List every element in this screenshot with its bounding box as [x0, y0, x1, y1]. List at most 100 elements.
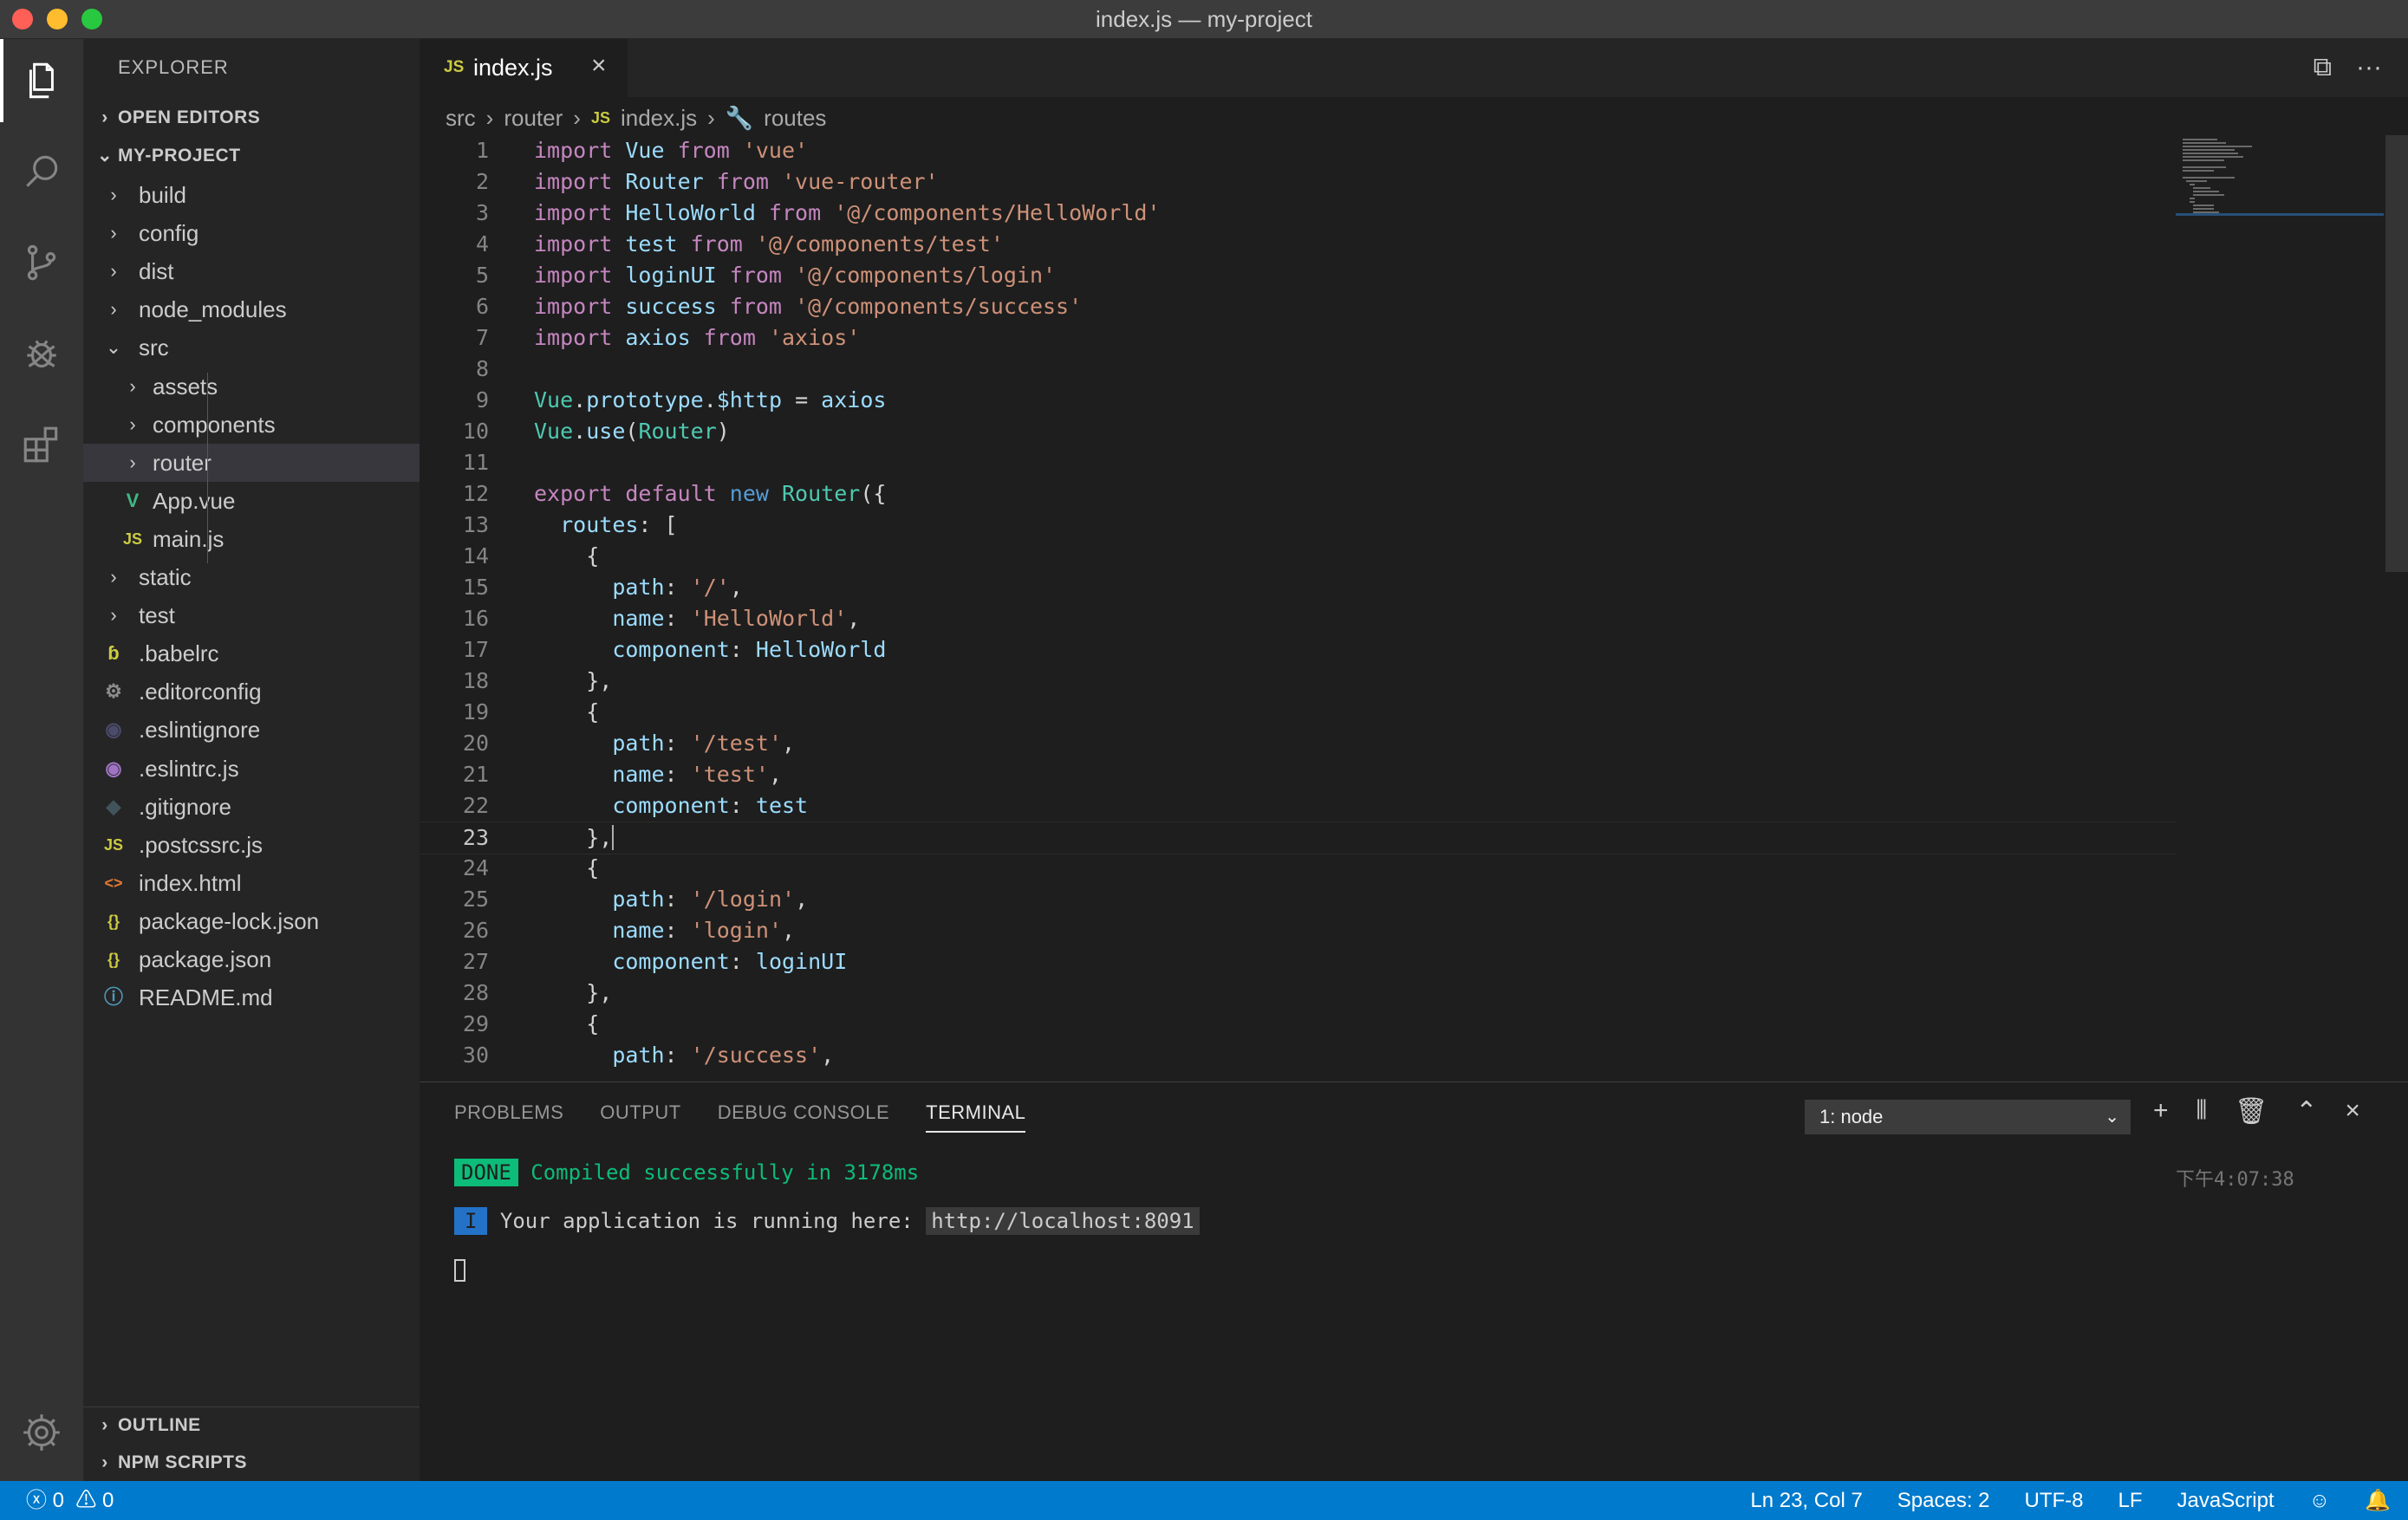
tree-item-build[interactable]: › build: [83, 176, 420, 214]
problems-status[interactable]: ⓧ 0 ⚠ 0: [26, 1481, 114, 1520]
tree-item-static[interactable]: › static: [83, 558, 420, 596]
tree-item-babelrc[interactable]: ɓ .babelrc: [83, 634, 420, 672]
code-line: 23 },: [420, 822, 2176, 854]
code-line: 7 import axios from 'axios': [420, 322, 2176, 354]
tree-item-index-html[interactable]: <> index.html: [83, 864, 420, 902]
code-line: 24 {: [420, 853, 2176, 884]
file-type-icon: JS: [103, 835, 124, 854]
file-type-icon: ⚙: [105, 680, 122, 703]
gear-icon[interactable]: [0, 1391, 83, 1474]
breadcrumb-src[interactable]: src: [446, 101, 476, 135]
npm-scripts-section[interactable]: › NPM SCRIPTS: [83, 1445, 420, 1481]
terminal-selector[interactable]: 1: node ⌄: [1805, 1100, 2131, 1134]
scrollbar-thumb[interactable]: [2385, 135, 2408, 572]
cursor-position[interactable]: Ln 23, Col 7: [1733, 1481, 1879, 1520]
tree-item-main-js[interactable]: JS main.js: [83, 520, 420, 558]
line-number: 2: [475, 169, 489, 194]
tree-item-label: test: [139, 602, 175, 629]
tab-terminal[interactable]: TERMINAL: [926, 1101, 1026, 1133]
feedback-icon[interactable]: ☺: [2292, 1481, 2348, 1520]
split-editor-icon[interactable]: ⧉: [2314, 53, 2332, 82]
source-control-icon[interactable]: [0, 221, 83, 304]
close-panel-icon[interactable]: ×: [2345, 1096, 2360, 1127]
line-source: Vue.use(Router): [534, 419, 730, 444]
code-line: 28 },: [420, 978, 2176, 1009]
code-editor[interactable]: 1 import Vue from 'vue' 2 import Router fro…: [420, 135, 2176, 1080]
open-editors-section[interactable]: › OPEN EDITORS: [83, 100, 420, 136]
end-of-line[interactable]: LF: [2101, 1481, 2160, 1520]
maximize-panel-icon[interactable]: ⌃: [2295, 1096, 2317, 1127]
line-source: path: '/success',: [612, 1043, 835, 1068]
file-type-icon: ◆: [106, 795, 121, 817]
panel-tabs: PROBLEMS OUTPUT DEBUG CONSOLE TERMINAL: [454, 1101, 1026, 1133]
chevron-down-icon: ⌄: [96, 146, 114, 166]
tree-item-app-vue[interactable]: V App.vue: [83, 482, 420, 520]
tree-item-readme-md[interactable]: ⓘ README.md: [83, 978, 420, 1017]
tree-item-eslintrc-js[interactable]: ◉ .eslintrc.js: [83, 750, 420, 788]
more-actions-icon[interactable]: ···: [2356, 53, 2382, 82]
debug-icon[interactable]: [0, 312, 83, 395]
tree-item-editorconfig[interactable]: ⚙ .editorconfig: [83, 672, 420, 711]
breadcrumb-symbol[interactable]: routes: [764, 101, 826, 135]
line-number: 3: [475, 200, 489, 225]
warning-icon: ⚠: [75, 1489, 97, 1512]
code-line: 20 path: '/test',: [420, 728, 2176, 759]
tree-item-postcssrc-js[interactable]: JS .postcssrc.js: [83, 826, 420, 864]
tree-item-label: node_modules: [139, 296, 287, 323]
line-number: 4: [475, 231, 489, 257]
language-mode[interactable]: JavaScript: [2160, 1481, 2292, 1520]
chevron-right-icon: ›: [101, 1415, 108, 1435]
tree-item-gitignore[interactable]: ◆ .gitignore: [83, 788, 420, 826]
line-source: name: 'HelloWorld',: [612, 606, 861, 631]
tree-item-components[interactable]: › components: [83, 406, 420, 444]
localhost-link[interactable]: http://localhost:8091: [926, 1207, 1200, 1235]
tree-item-node-modules[interactable]: › node_modules: [83, 290, 420, 328]
tree-item-dist[interactable]: › dist: [83, 252, 420, 290]
tab-output[interactable]: OUTPUT: [600, 1101, 680, 1133]
tree-item-assets[interactable]: › assets: [83, 367, 420, 406]
line-number: 27: [462, 949, 489, 974]
tree-item-router[interactable]: › router: [83, 443, 420, 482]
trash-icon[interactable]: 🗑: [2235, 1096, 2268, 1127]
code-line: 4 import test from '@/components/test': [420, 229, 2176, 260]
breadcrumb-file[interactable]: index.js: [621, 101, 697, 135]
search-icon[interactable]: [0, 130, 83, 213]
minimap[interactable]: [2176, 135, 2384, 1080]
terminal-line: I Your application is running here: http…: [454, 1204, 1200, 1252]
error-icon: ⓧ: [26, 1489, 47, 1512]
line-number: 15: [462, 575, 489, 600]
bell-icon[interactable]: 🔔: [2347, 1481, 2408, 1520]
tab-debug-console[interactable]: DEBUG CONSOLE: [718, 1101, 889, 1133]
editor-scrollbar[interactable]: [2385, 135, 2408, 1080]
tree-item-test[interactable]: › test: [83, 596, 420, 634]
tab-index-js[interactable]: JS index.js ×: [420, 39, 628, 97]
code-line: 29 {: [420, 1009, 2176, 1040]
line-source: import test from '@/components/test': [534, 231, 1004, 257]
new-terminal-icon[interactable]: +: [2153, 1096, 2169, 1127]
project-section[interactable]: ⌄ MY-PROJECT: [83, 138, 420, 174]
close-tab-icon[interactable]: ×: [591, 51, 607, 81]
split-terminal-icon[interactable]: ⫴: [2196, 1096, 2208, 1127]
tab-label: index.js: [473, 55, 553, 81]
tree-item-eslintignore[interactable]: ◉ .eslintignore: [83, 711, 420, 749]
tab-problems[interactable]: PROBLEMS: [454, 1101, 563, 1133]
tree-item-config[interactable]: › config: [83, 214, 420, 252]
terminal-cursor: [454, 1259, 465, 1282]
tree-item-package-json[interactable]: {} package.json: [83, 940, 420, 978]
code-line: 30 path: '/success',: [420, 1040, 2176, 1071]
file-type-icon: <>: [104, 874, 123, 892]
breadcrumb-router[interactable]: router: [504, 101, 563, 135]
chevron-right-icon: ›: [110, 298, 117, 321]
explorer-icon[interactable]: [0, 39, 83, 122]
terminal-output[interactable]: DONE Compiled successfully in 3178ms I Y…: [454, 1155, 1200, 1287]
indentation[interactable]: Spaces: 2: [1880, 1481, 2008, 1520]
encoding[interactable]: UTF-8: [2008, 1481, 2101, 1520]
extensions-icon[interactable]: [0, 403, 83, 486]
line-source: name: 'test',: [612, 762, 783, 787]
chevron-down-icon: ⌄: [2105, 1108, 2119, 1127]
outline-section[interactable]: › OUTLINE: [83, 1406, 420, 1444]
tree-item-src[interactable]: ⌄ src: [83, 328, 420, 367]
line-source: },: [534, 980, 613, 1005]
tree-item-package-lock-json[interactable]: {} package-lock.json: [83, 902, 420, 940]
line-number: 28: [462, 980, 489, 1005]
